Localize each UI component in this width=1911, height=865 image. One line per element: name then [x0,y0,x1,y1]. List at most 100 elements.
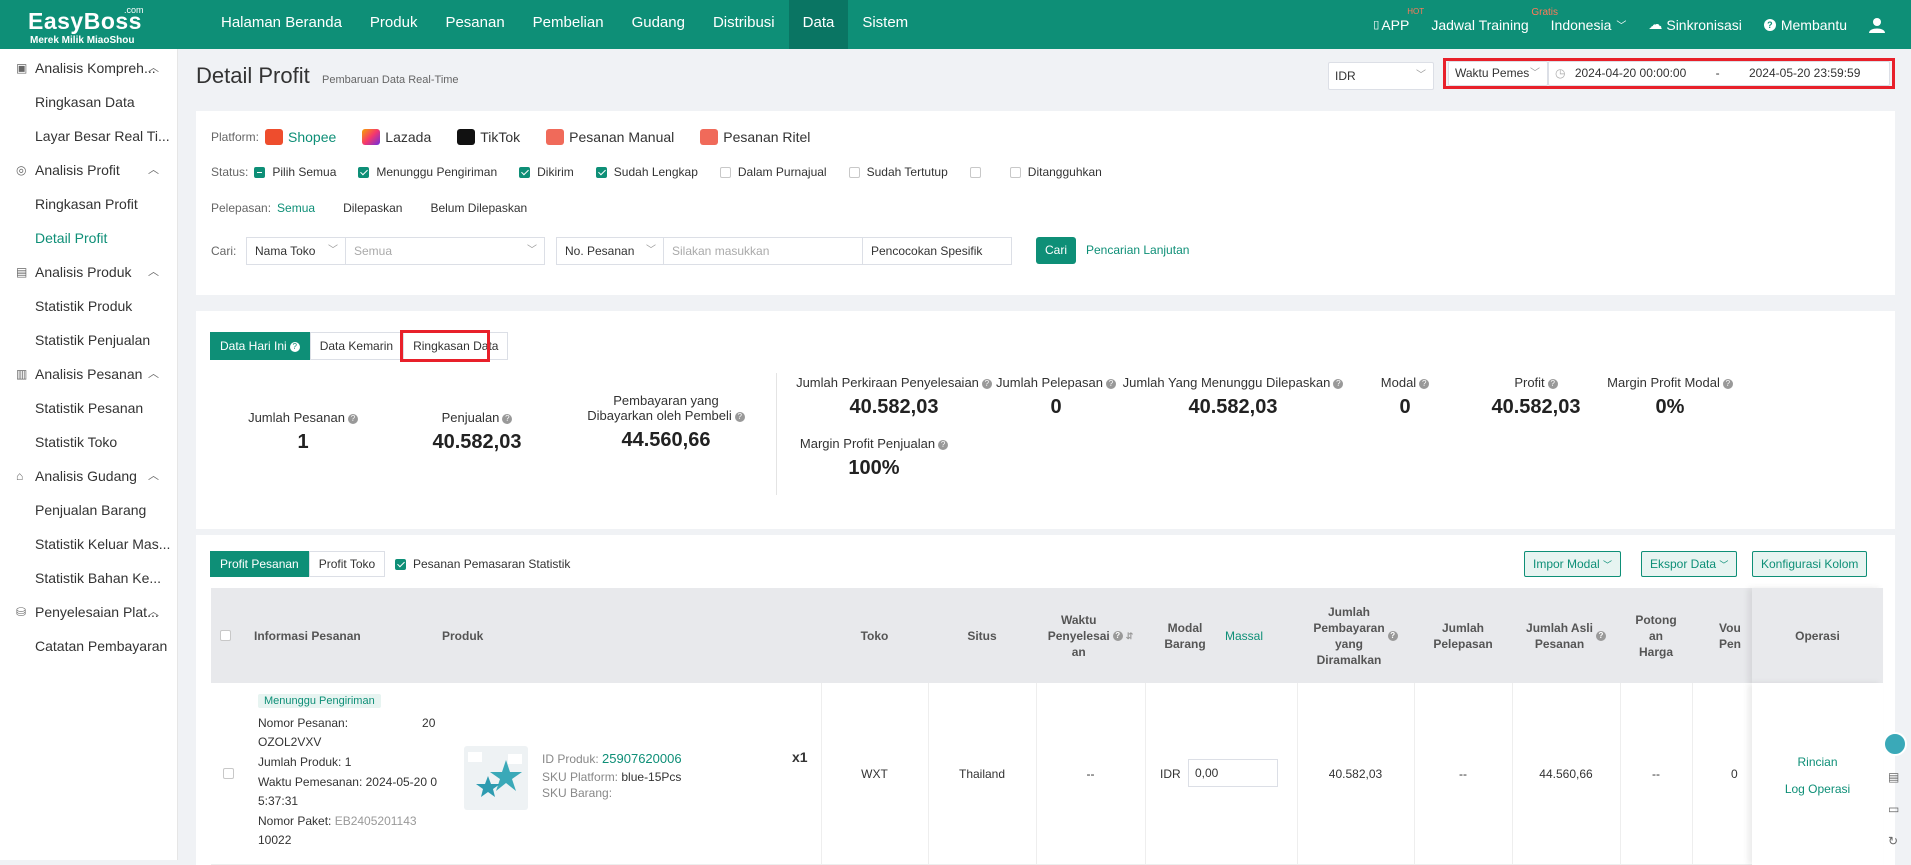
release-unreleased[interactable]: Belum Dilepaskan [430,201,527,215]
help-button[interactable]: ? Membantu [1763,17,1847,33]
marketing-label: Pesanan Pemasaran Statistik [413,557,571,571]
status-after-sales[interactable]: Dalam Purnajual [719,165,827,179]
status-closed[interactable]: Sudah Tertutup [848,165,948,179]
platform-tiktok[interactable]: TikTok [457,129,520,145]
document-icon[interactable]: ▤ [1888,770,1899,784]
status-suspended[interactable]: Ditangguhkan [1009,165,1102,179]
platform-lazada[interactable]: Lazada [362,129,431,145]
status-select-all[interactable]: Pilih Semua [254,165,336,179]
sidebar-item-goods-sales[interactable]: Penjualan Barang [0,493,178,527]
checkbox[interactable] [1009,166,1021,178]
time-type-select[interactable]: Waktu Pemes ﹀ [1448,61,1548,86]
bulk-cost-link[interactable]: Massal [1225,588,1297,683]
sidebar-item-store-stats[interactable]: Statistik Toko [0,425,178,459]
checkbox[interactable] [595,166,607,178]
checkbox[interactable] [848,166,860,178]
platform-label: Platform: [211,130,260,144]
currency-select[interactable]: IDR ﹀ [1328,62,1434,90]
checkbox[interactable] [519,166,531,178]
order-search-input[interactable]: Silakan masukkan [663,237,863,265]
sync-button[interactable]: ☁ Sinkronisasi [1648,16,1741,33]
sidebar-item-payment-records[interactable]: Catatan Pembayaran [0,629,178,663]
platform-shopee[interactable]: Shopee [265,129,336,145]
sort-icon[interactable]: ⇵ [1126,628,1134,644]
easyboss-logo[interactable]: .com EasyBoss Merek Milik MiaoShou [28,5,148,46]
checkbox[interactable] [719,166,731,178]
detail-link[interactable]: Rincian [1752,755,1883,769]
profit-table-panel: Profit Pesanan Profit Toko Pesanan Pemas… [196,535,1895,865]
sidebar-item-sales-stats[interactable]: Statistik Penjualan [0,323,178,357]
sidebar-item-profit-detail[interactable]: Detail Profit [0,221,178,255]
nav-system[interactable]: Sistem [848,0,922,49]
training-link[interactable]: Jadwal Training Gratis [1431,7,1558,33]
order-number[interactable]: Nomor Pesanan: 20 [258,716,435,730]
nav-distribution[interactable]: Distribusi [699,0,789,49]
release-released[interactable]: Dilepaskan [343,201,402,215]
col-settlement-time[interactable]: Waktu Penyelesai an ? ⇵ [1036,588,1145,683]
language-select[interactable]: Indonesia ﹀ [1551,17,1627,33]
status-shipped[interactable]: Dikirim [519,165,574,179]
nav-home[interactable]: Halaman Beranda [207,0,356,49]
match-type-select[interactable]: Pencocokan Spesifik [862,237,1012,265]
store-field-select[interactable]: Nama Toko ﹀ [246,237,346,265]
sidebar-group-profit[interactable]: ◎ Analisis Profit ︿ [0,153,177,187]
order-field-select[interactable]: No. Pesanan ﹀ [556,237,664,265]
nav-purchases[interactable]: Pembelian [519,0,618,49]
date-range-picker[interactable]: ◷ 2024-04-20 00:00:00 - 2024-05-20 23:59… [1548,61,1890,86]
sidebar-item-product-stats[interactable]: Statistik Produk [0,289,178,323]
nav-products[interactable]: Produk [356,0,432,49]
status-awaiting-shipment[interactable]: Menunggu Pengiriman [358,165,497,179]
sidebar-item-material-stats[interactable]: Statistik Bahan Ke... [0,561,178,595]
checkbox[interactable] [254,166,266,178]
sidebar-item-data-summary[interactable]: Ringkasan Data [0,85,178,119]
sidebar-group-orders[interactable]: ▥ Analisis Pesanan ︿ [0,357,177,391]
nav-warehouse[interactable]: Gudang [618,0,699,49]
product-count: Jumlah Produk: 1 [258,755,351,769]
import-cost-button[interactable]: Impor Modal ﹀ [1524,551,1622,577]
search-button[interactable]: Cari [1036,237,1076,264]
product-id-link[interactable]: 25907620006 [602,751,682,766]
nav-data[interactable]: Data [788,0,849,49]
status-unlabeled[interactable] [969,166,988,178]
field-value: 2024-05-20 0 [365,775,438,789]
tab-yesterday[interactable]: Data Kemarin [309,332,404,360]
sidebar-item-realtime-screen[interactable]: Layar Besar Real Ti... [0,119,178,153]
tab-today[interactable]: Data Hari Ini? [210,332,310,360]
sidebar-group-settlement[interactable]: ⛁ Penyelesaian Plat... ︿ [0,595,177,629]
column-config-button[interactable]: Konfigurasi Kolom [1752,551,1868,577]
select-all-checkbox[interactable] [219,630,231,641]
checkbox[interactable] [969,166,981,178]
export-data-button[interactable]: Ekspor Data ﹀ [1641,551,1738,577]
header-line: Barang [1164,636,1206,651]
refresh-icon[interactable]: ↻ [1888,834,1898,848]
store-value-select[interactable]: Semua ﹀ [345,237,545,265]
platform-retail[interactable]: Pesanan Ritel [700,129,810,145]
stat-label: Profit [1514,375,1545,390]
nav-orders[interactable]: Pesanan [431,0,518,49]
tab-store-profit[interactable]: Profit Toko [308,551,386,577]
chevron-up-icon: ︿ [148,606,159,618]
status-completed[interactable]: Sudah Lengkap [595,165,698,179]
support-avatar-icon[interactable] [1883,732,1907,756]
checkbox[interactable] [358,166,370,178]
cost-input[interactable]: 0,00 [1188,759,1278,787]
sidebar-item-inout-stats[interactable]: Statistik Keluar Mas... [0,527,178,561]
tab-order-profit[interactable]: Profit Pesanan [210,551,309,577]
platform-manual[interactable]: Pesanan Manual [546,129,674,145]
sidebar-group-warehouse[interactable]: ⌂ Analisis Gudang ︿ [0,459,177,493]
user-avatar-icon[interactable] [1869,17,1885,33]
sidebar-group-comprehensive[interactable]: ▣ Analisis Kompreh... ︿ [0,51,177,85]
chat-icon[interactable]: ▭ [1888,802,1899,816]
tiktok-icon [457,129,476,145]
sidebar-item-order-stats[interactable]: Statistik Pesanan [0,391,178,425]
sidebar-item-profit-summary[interactable]: Ringkasan Profit [0,187,178,221]
row-checkbox[interactable] [223,768,234,779]
product-thumbnail[interactable] [464,746,528,810]
advanced-search-link[interactable]: Pencarian Lanjutan [1086,243,1189,257]
app-link[interactable]: ▯ APP HOT [1373,7,1424,33]
checkbox[interactable] [395,558,406,570]
release-all[interactable]: Semua [277,201,315,215]
operation-log-link[interactable]: Log Operasi [1752,782,1883,796]
sidebar-group-product[interactable]: ▤ Analisis Produk ︿ [0,255,177,289]
marketing-orders-toggle[interactable]: Pesanan Pemasaran Statistik [395,557,570,571]
